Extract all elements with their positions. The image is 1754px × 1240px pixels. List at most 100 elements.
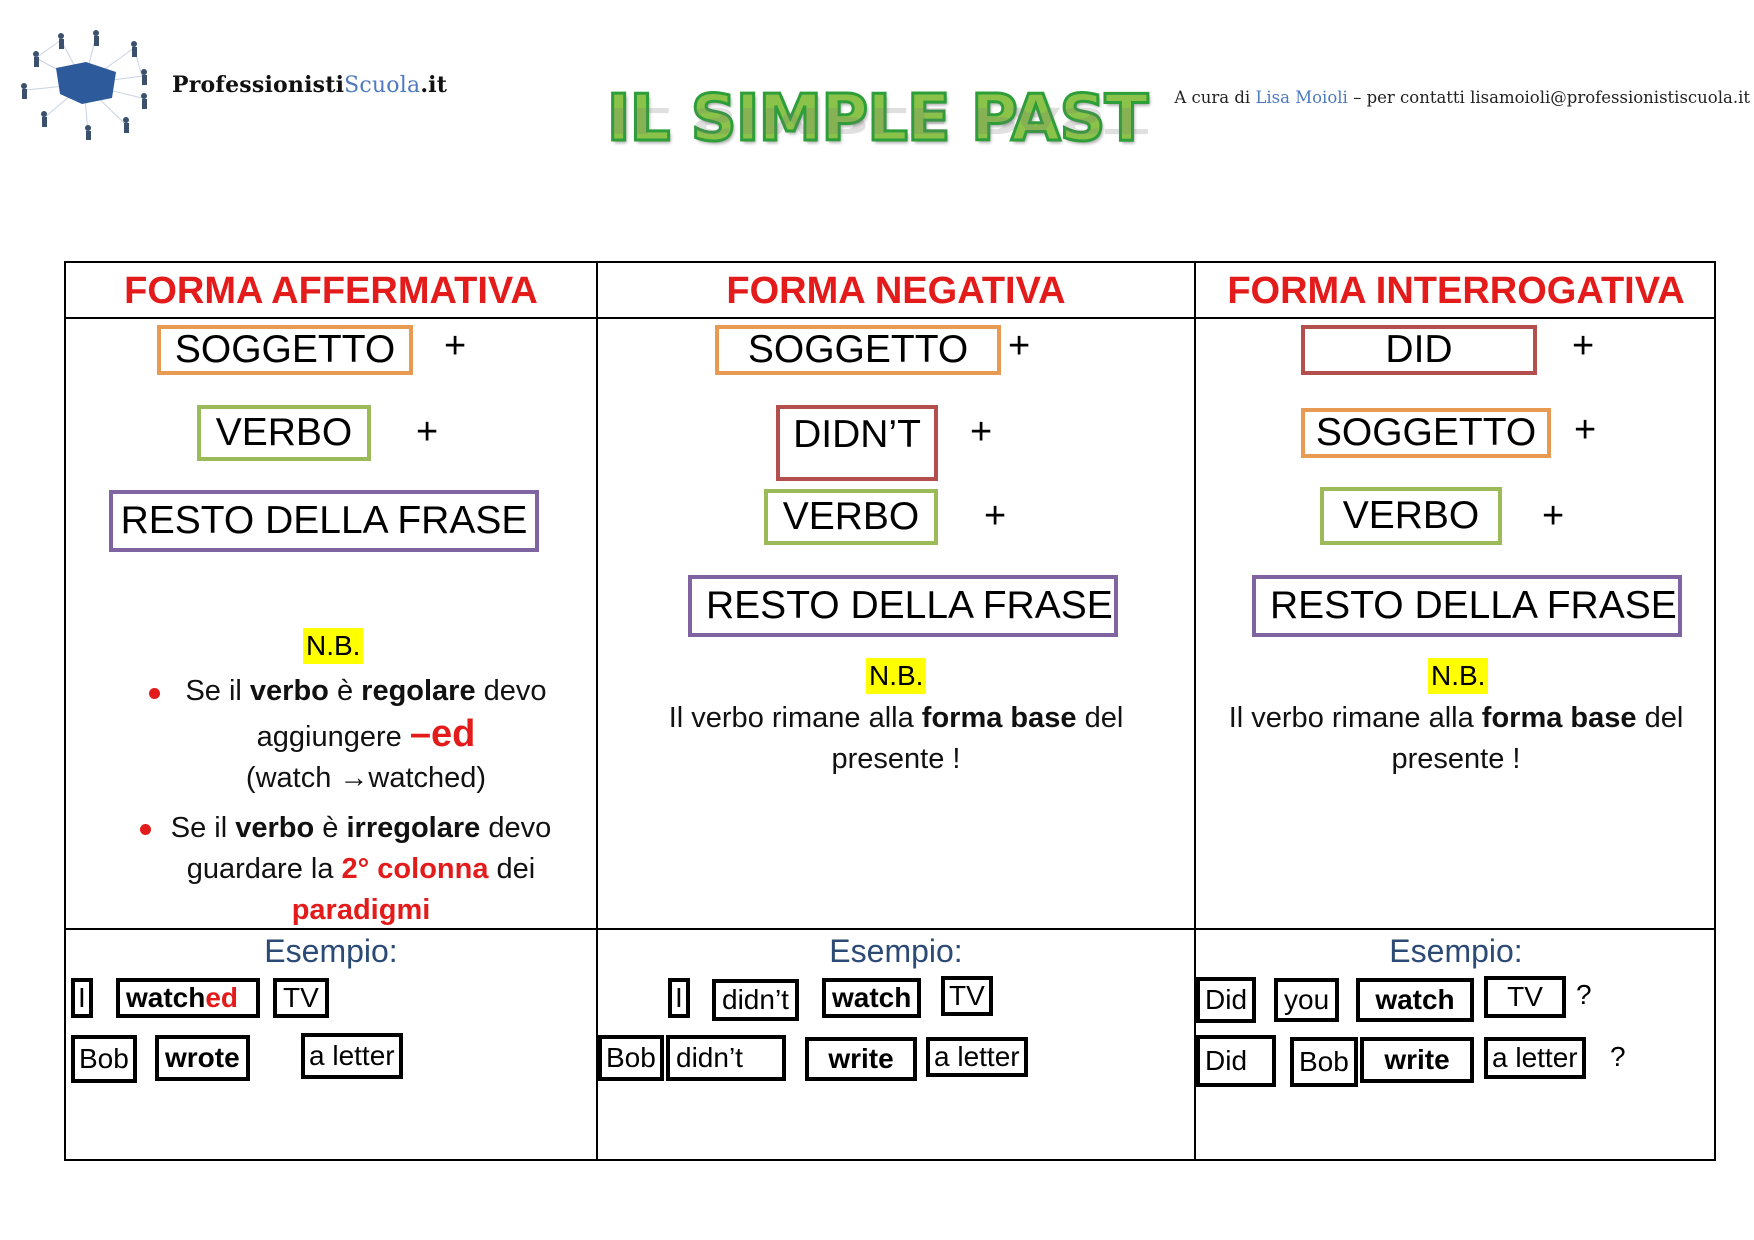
example-word-verbo: write [805, 1037, 917, 1081]
example-word-soggetto: Bob [598, 1035, 664, 1081]
text-fragment: –ed [409, 713, 476, 755]
note-line: guardare la 2° colonna dei [146, 849, 576, 890]
example-word-soggetto: Bob [1290, 1037, 1358, 1087]
nb-highlight: N.B. [1428, 658, 1489, 695]
structure-resto-della-frase: RESTO DELLA FRASE [109, 490, 539, 552]
simple-past-table: FORMA AFFERMATIVA SOGGETTO + VERBO + RES… [64, 261, 1716, 1161]
note-line: Se il verbo è irregolare devo [146, 808, 576, 849]
text-fragment: aggiungere [256, 721, 410, 753]
text-fragment: 2° colonna [341, 853, 489, 885]
example-word-resto: a letter [301, 1033, 403, 1079]
note-regular-verbs: Se il verbo è regolare devo aggiungere –… [156, 671, 576, 799]
example-word-verbo: watch [822, 978, 922, 1018]
credit-contact: – per contatti lisamoioli@professionisti… [1347, 88, 1750, 107]
note-line: (watch →watched) [156, 758, 576, 799]
text-fragment: irregolare [346, 812, 481, 844]
note-line: Il verbo rimane alla forma base del [598, 698, 1194, 739]
text-fragment: è [314, 812, 347, 844]
text-fragment: verbo [235, 812, 315, 844]
text-fragment: presente ! [1391, 743, 1521, 775]
plus-sign: + [970, 411, 993, 453]
example-word-verbo: write [1360, 1037, 1474, 1083]
question-mark: ? [1610, 1041, 1626, 1072]
column-heading: FORMA AFFERMATIVA [124, 269, 538, 312]
text-fragment: Se il [170, 812, 236, 844]
example-word-did: Did [1196, 977, 1257, 1023]
plus-sign: + [1542, 495, 1565, 537]
example-word-resto: a letter [926, 1037, 1028, 1077]
structure-resto-della-frase: RESTO DELLA FRASE [688, 575, 1118, 637]
structure-soggetto: SOGGETTO [715, 325, 1001, 375]
example-word-did: Did [1196, 1035, 1276, 1087]
plus-sign: + [1008, 325, 1031, 367]
nb-highlight: N.B. [303, 628, 364, 665]
note-line: Se il verbo è regolare devo [156, 671, 576, 712]
text-fragment: forma base [1481, 702, 1637, 734]
example-word-soggetto: Bob [71, 1035, 137, 1083]
column-interrogativa: FORMA INTERROGATIVA DID + SOGGETTO + VER… [1196, 263, 1716, 1159]
structure-soggetto: SOGGETTO [1301, 408, 1551, 458]
example-word-verbo: watch [1356, 978, 1474, 1022]
page-title-text: IL SIMPLE PAST [605, 81, 1149, 158]
example-word-didnt: didn’t [712, 979, 799, 1021]
esempio-label: Esempio: [1389, 933, 1523, 969]
structure-verbo: VERBO [197, 405, 371, 461]
column-heading: FORMA INTERROGATIVA [1227, 269, 1685, 312]
text-fragment: del [1076, 702, 1124, 734]
text-fragment: ed [205, 982, 239, 1013]
structure-soggetto: SOGGETTO [157, 325, 413, 375]
nb-highlight: N.B. [866, 658, 927, 695]
structure-didnt: DIDN’T [776, 405, 938, 481]
plus-sign: + [984, 495, 1007, 537]
text-fragment: presente ! [831, 743, 961, 775]
structure-verbo: VERBO [1320, 487, 1502, 545]
credit-prefix: A cura di [1174, 88, 1256, 107]
structure-resto-della-frase: RESTO DELLA FRASE [1252, 575, 1682, 637]
example-word-resto: a letter [1484, 1037, 1586, 1079]
text-fragment: (watch →watched) [245, 762, 487, 794]
plus-sign: + [444, 325, 467, 367]
question-mark: ? [1576, 979, 1592, 1010]
text-fragment: Il verbo rimane alla [668, 702, 922, 734]
text-fragment: del [1636, 702, 1684, 734]
example-word-verbo: watch ed [116, 978, 260, 1018]
note-line: presente ! [1196, 739, 1716, 780]
text-fragment: è [328, 675, 362, 707]
example-word-verbo: wrote [155, 1035, 250, 1081]
column-negativa: FORMA NEGATIVA SOGGETTO + DIDN’T + VERBO… [598, 263, 1194, 1159]
structure-verbo: VERBO [764, 489, 938, 545]
text-fragment: Il verbo rimane alla [1228, 702, 1482, 734]
column-affermativa: FORMA AFFERMATIVA SOGGETTO + VERBO + RES… [66, 263, 596, 1159]
example-word-soggetto: you [1274, 978, 1340, 1022]
text-fragment: devo [475, 675, 547, 707]
note-line: aggiungere –ed [156, 714, 576, 758]
note-line: paradigmi [146, 890, 576, 931]
note-forma-base: Il verbo rimane alla forma base del pres… [1196, 698, 1716, 780]
text-fragment: guardare la [186, 853, 342, 885]
author-credit: A cura di Lisa Moioli – per contatti lis… [1174, 88, 1750, 107]
plus-sign: + [416, 411, 439, 453]
text-fragment: paradigmi [291, 894, 431, 926]
note-line: presente ! [598, 739, 1194, 780]
note-forma-base: Il verbo rimane alla forma base del pres… [598, 698, 1194, 780]
note-line: Il verbo rimane alla forma base del [1196, 698, 1716, 739]
text-fragment: Se il [185, 675, 250, 707]
example-word-resto: TV [273, 978, 329, 1018]
esempio-label: Esempio: [829, 933, 963, 969]
plus-sign: + [1572, 325, 1595, 367]
text-fragment: verbo [249, 675, 329, 707]
note-irregular-verbs: Se il verbo è irregolare devo guardare l… [146, 808, 576, 931]
example-word-soggetto: I [71, 978, 93, 1018]
text-fragment: forma base [921, 702, 1077, 734]
text-fragment: watch [126, 982, 206, 1013]
plus-sign: + [1574, 409, 1597, 451]
example-word-didnt: didn’t [666, 1035, 786, 1081]
structure-did: DID [1301, 325, 1537, 375]
text-fragment: devo [480, 812, 552, 844]
text-fragment: regolare [361, 675, 476, 707]
example-word-resto: TV [1484, 976, 1566, 1018]
credit-author: Lisa Moioli [1255, 88, 1348, 107]
example-word-resto: TV [941, 976, 993, 1016]
example-word-soggetto: I [668, 978, 690, 1018]
column-heading: FORMA NEGATIVA [726, 269, 1066, 312]
